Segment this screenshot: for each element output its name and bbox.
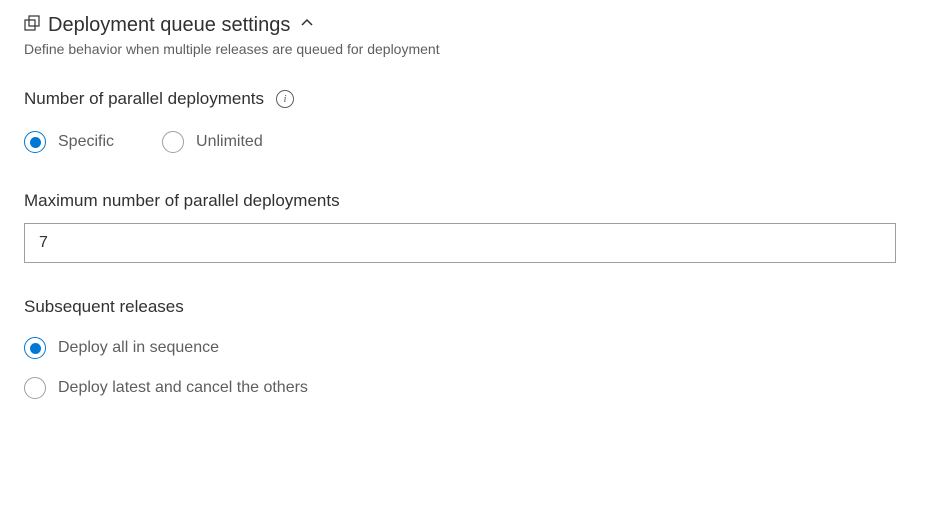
section-subtitle: Define behavior when multiple releases a… [24, 41, 920, 57]
radio-deploy-latest[interactable]: Deploy latest and cancel the others [24, 377, 920, 399]
radio-unlimited[interactable]: Unlimited [162, 131, 263, 153]
radio-unlimited-label: Unlimited [196, 133, 263, 151]
max-parallel-input[interactable] [24, 223, 896, 263]
section-header-toggle[interactable]: Deployment queue settings [24, 14, 920, 37]
max-parallel-label: Maximum number of parallel deployments [24, 191, 920, 211]
section-title: Deployment queue settings [48, 14, 290, 37]
radio-deploy-sequence[interactable]: Deploy all in sequence [24, 337, 920, 359]
parallel-deployments-label: Number of parallel deployments [24, 89, 264, 109]
radio-specific[interactable]: Specific [24, 131, 114, 153]
radio-button-icon [24, 131, 46, 153]
subsequent-releases-label: Subsequent releases [24, 297, 920, 317]
chevron-up-icon [298, 16, 314, 35]
radio-button-icon [162, 131, 184, 153]
radio-button-icon [24, 337, 46, 359]
deployment-icon [24, 15, 40, 36]
radio-specific-label: Specific [58, 133, 114, 151]
info-icon[interactable]: i [276, 90, 294, 108]
radio-sequence-label: Deploy all in sequence [58, 339, 219, 357]
radio-button-icon [24, 377, 46, 399]
radio-latest-label: Deploy latest and cancel the others [58, 379, 308, 397]
